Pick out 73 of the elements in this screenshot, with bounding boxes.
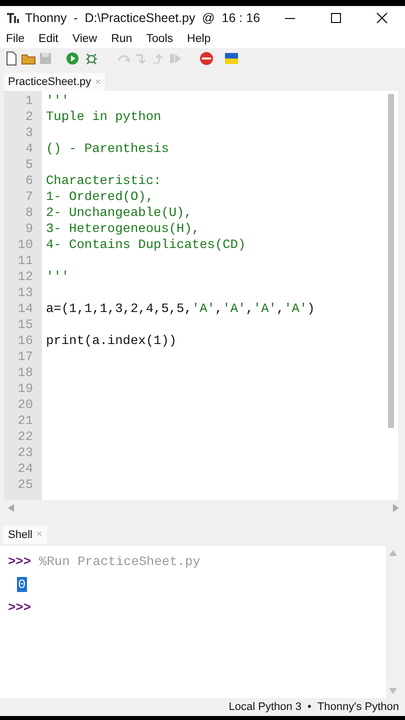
environment-label[interactable]: Thonny's Python [317,701,399,714]
bug-button[interactable] [84,51,99,66]
code-line: 2- Unchangeable(U), [46,205,192,220]
stop-button[interactable] [199,51,214,66]
line-number: 3 [24,125,34,142]
separator-dot: • [308,701,312,714]
new-file-button[interactable] [4,51,19,66]
line-number: 9 [24,221,34,238]
line-number: 20 [16,397,34,414]
save-icon [38,51,53,66]
line-number: 22 [16,429,34,446]
line-number: 19 [16,381,34,398]
line-number: 15 [16,317,34,334]
menu-item[interactable]: Tools [142,33,178,46]
close-icon [376,12,388,24]
line-number: 21 [16,413,34,430]
scroll-down-icon[interactable] [389,688,397,694]
line-number: 7 [24,189,34,206]
line-number: 24 [16,461,34,478]
stop-icon [199,51,214,66]
line-number: 6 [24,173,34,190]
scroll-right-icon[interactable] [393,504,399,512]
code-line: 1- Ordered(O), [46,189,154,204]
line-number: 2 [24,109,34,126]
menu-item[interactable]: Edit [34,33,62,46]
bug-icon [84,51,99,66]
line-number: 8 [24,205,34,222]
app-icon [6,11,20,25]
flag-button[interactable] [224,51,239,66]
line-number: 12 [16,269,34,286]
interpreter-label[interactable]: Local Python 3 [228,701,302,714]
line-number: 5 [24,157,34,174]
shell-output: 0 [17,577,27,592]
tab-label: Shell [8,528,32,541]
new-file-icon [4,51,19,66]
shell-command: %Run PracticeSheet.py [39,553,200,572]
code-line: Tuple in python [46,109,162,124]
shell-tab[interactable]: Shell × [3,525,48,544]
scroll-up-icon[interactable] [389,550,397,556]
maximize-icon [330,12,342,24]
code-line: Characteristic: [46,173,162,188]
line-number: 14 [16,301,34,318]
line-number: 25 [16,477,34,494]
code-line: ''' [46,93,70,108]
line-number: 11 [16,253,34,270]
scroll-left-icon[interactable] [8,504,14,512]
menu-item[interactable]: Help [183,33,215,46]
code-line: a=(1,1,1,3,2,4,5,5,'A','A','A','A') [46,301,315,316]
window-title: Thonny - D:\PracticeSheet.py @ 16 : 16 [25,11,262,25]
flag-icon [224,51,239,66]
line-number: 1 [24,93,34,110]
code-line: print(a.index(1)) [46,333,177,348]
play-icon [65,51,80,66]
editor-tab[interactable]: PracticeSheet.py × [4,73,105,92]
line-number: 23 [16,445,34,462]
code-line: ''' [46,269,70,284]
shell-prompt: >>> [8,553,32,572]
line-number: 10 [16,237,34,254]
scrollbar-thumb[interactable] [388,94,394,428]
code-line: () - Parenthesis [46,141,169,156]
shell-prompt: >>> [8,599,32,618]
menu-item[interactable]: File [2,33,29,46]
play-button[interactable] [65,51,80,66]
line-number: 13 [16,285,34,302]
line-number: 4 [24,141,34,158]
menu-item[interactable]: View [68,33,102,46]
code-line: 4- Contains Duplicates(CD) [46,237,246,252]
line-number: 17 [16,349,34,366]
tab-label: PracticeSheet.py [8,76,92,88]
menu-item[interactable]: Run [107,33,136,46]
line-number: 16 [16,333,34,350]
line-number: 18 [16,365,34,382]
code-line: 3- Heterogeneous(H), [46,221,200,236]
